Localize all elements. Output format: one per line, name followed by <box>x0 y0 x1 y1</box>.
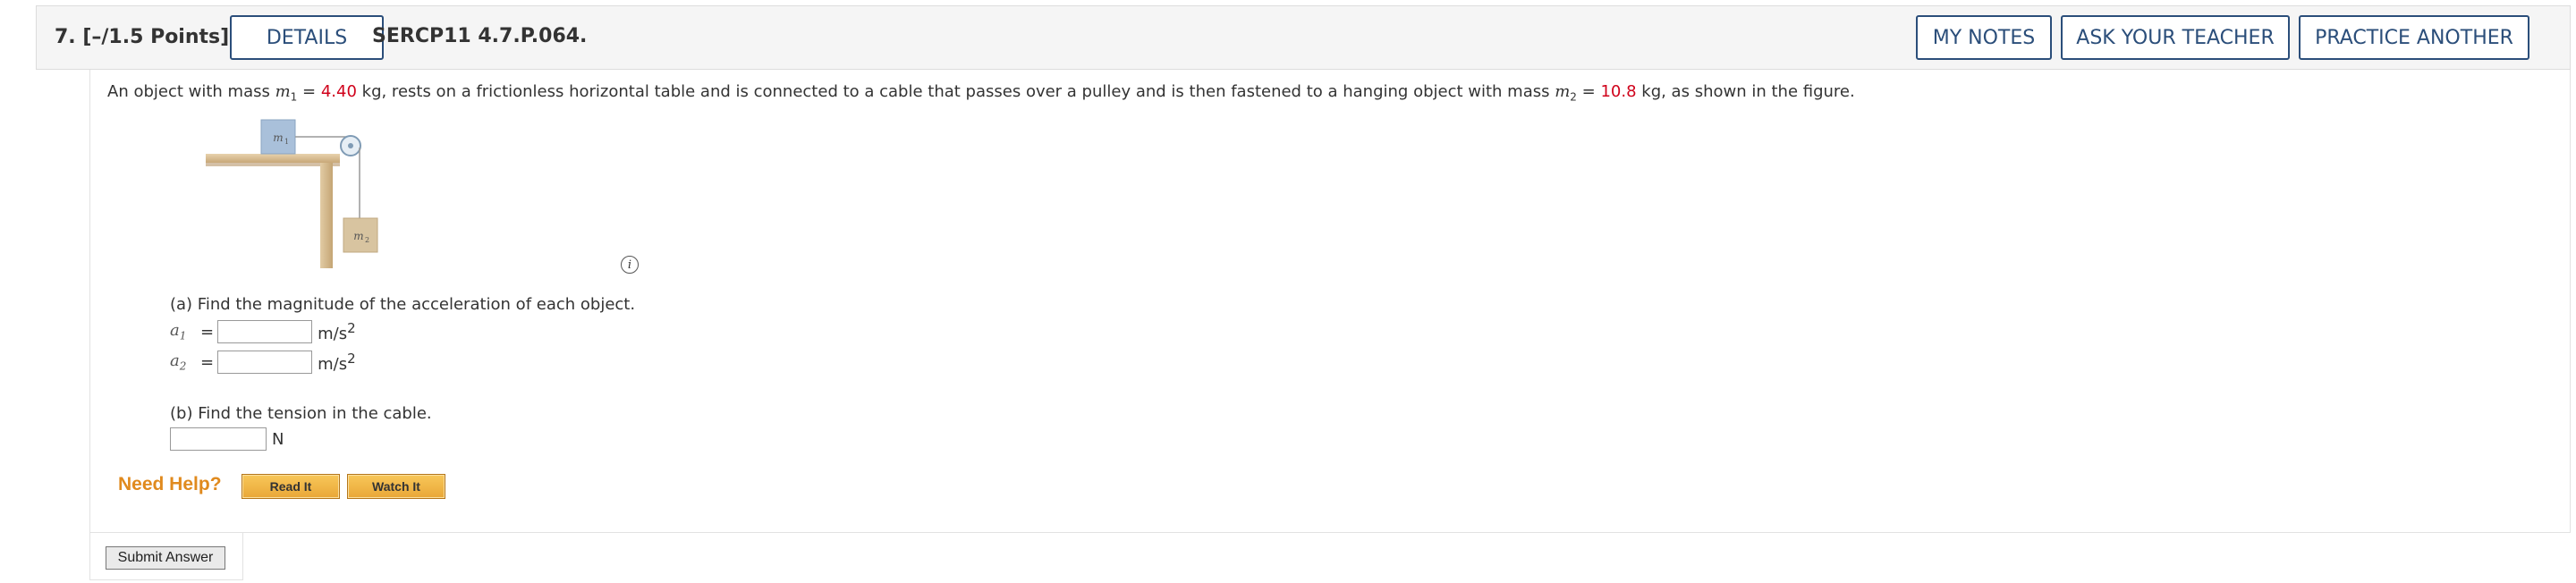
equals-sign: = <box>200 322 215 342</box>
submit-answer-button[interactable]: Submit Answer <box>106 546 225 570</box>
question-text-part: An object with mass <box>107 82 275 101</box>
a1-symbol: a <box>170 321 180 341</box>
a2-subscript: 2 <box>179 359 187 373</box>
unit-exponent: 2 <box>347 320 356 336</box>
question-text-part: kg, rests on a frictionless horizontal t… <box>356 82 1555 101</box>
a1-input[interactable] <box>217 320 313 343</box>
a2-label: a2 <box>170 351 197 373</box>
problem-code: SERCP11 4.7.P.064. <box>372 25 588 47</box>
pulley-axle <box>348 143 353 148</box>
part-a-prompt: (a) Find the magnitude of the accelerati… <box>170 295 636 314</box>
question-text-part: kg, as shown in the figure. <box>1636 82 1855 101</box>
need-help-label: Need Help? <box>118 474 222 494</box>
part-b-prompt: (b) Find the tension in the cable. <box>170 404 432 423</box>
m1-block-sub: 1 <box>284 138 289 146</box>
equals-sign: = <box>200 352 215 372</box>
read-it-button[interactable]: Read It <box>242 474 340 499</box>
details-button[interactable]: DETAILS <box>230 15 384 60</box>
question-number: 7. <box>55 26 76 48</box>
practice-another-button[interactable]: PRACTICE ANOTHER <box>2299 15 2529 60</box>
a1-label: a1 <box>170 321 197 342</box>
a1-subscript: 1 <box>179 329 187 342</box>
points: [–/1.5 Points] <box>82 26 230 48</box>
m1-value: 4.40 <box>320 82 357 101</box>
m1-symbol: m <box>275 82 291 101</box>
question-number-points: 7. [–/1.5 Points] <box>55 26 229 48</box>
tension-input[interactable] <box>170 427 267 451</box>
a2-answer-row: a2 = m/s2 <box>170 351 356 374</box>
table-top <box>206 154 340 163</box>
a1-answer-row: a1 = m/s2 <box>170 320 356 343</box>
tension-answer-row: N <box>170 427 284 451</box>
ask-your-teacher-button[interactable]: ASK YOUR TEACHER <box>2061 15 2290 60</box>
m2-block-label: m <box>353 230 363 242</box>
a2-input[interactable] <box>217 351 313 374</box>
a2-symbol: a <box>170 351 180 371</box>
m2-symbol: m <box>1555 82 1571 101</box>
unit-base: m/s <box>318 325 348 343</box>
tension-unit: N <box>272 429 284 449</box>
question-text-part: = <box>1576 82 1601 101</box>
question-text: An object with mass m1 = 4.40 kg, rests … <box>107 82 1855 104</box>
table-leg <box>320 163 333 268</box>
m2-value: 10.8 <box>1600 82 1637 101</box>
unit-exponent: 2 <box>347 351 356 367</box>
info-icon[interactable]: i <box>621 256 639 274</box>
watch-it-button[interactable]: Watch It <box>347 474 445 499</box>
question-text-part: = <box>297 82 321 101</box>
m1-block-label: m <box>273 131 283 144</box>
m2-subscript: 2 <box>1570 90 1577 104</box>
a1-unit: m/s2 <box>318 320 356 343</box>
pulley-figure: m 1 m 2 <box>206 119 378 268</box>
table-edge <box>206 163 340 166</box>
unit-base: m/s <box>318 355 348 374</box>
a2-unit: m/s2 <box>318 351 356 374</box>
m2-block-sub: 2 <box>365 236 369 244</box>
my-notes-button[interactable]: MY NOTES <box>1916 15 2052 60</box>
